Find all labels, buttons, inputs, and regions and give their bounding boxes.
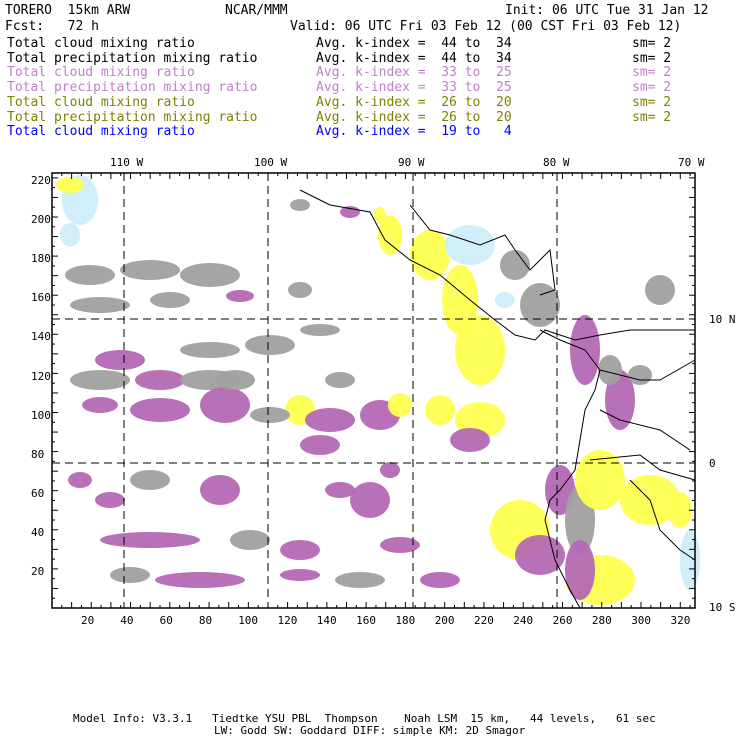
lightblue-area — [495, 292, 515, 308]
longitude-label: 80 W — [543, 156, 570, 169]
gray-area — [130, 470, 170, 490]
y-tick-label: 160 — [31, 291, 51, 305]
y-tick-label: 180 — [31, 252, 51, 266]
latitude-label: 0 — [709, 457, 716, 470]
gray-area — [628, 365, 652, 385]
latitude-label: 10 S — [709, 601, 736, 614]
purple-area — [325, 482, 355, 498]
purple-area — [200, 475, 240, 505]
x-tick-label: 160 — [356, 614, 376, 627]
purple-area — [280, 540, 320, 560]
gray-area — [288, 282, 312, 298]
longitude-label: 70 W — [678, 156, 705, 169]
purple-area — [82, 397, 118, 413]
purple-area — [305, 408, 355, 432]
gray-area — [520, 283, 560, 327]
gray-area — [230, 530, 270, 550]
forecast-plot: TORERO 15km ARW NCAR/MMM Init: 06 UTC Tu… — [0, 0, 740, 740]
yellow-area — [410, 230, 450, 280]
y-tick-label: 140 — [31, 330, 51, 344]
yellow-area — [56, 177, 84, 193]
gray-area — [70, 370, 130, 390]
x-tick-label: 260 — [552, 614, 573, 627]
x-tick-label: 140 — [316, 614, 337, 627]
gray-area — [245, 335, 295, 355]
purple-area — [420, 572, 460, 588]
x-tick-label: 240 — [513, 614, 534, 627]
yellow-area — [668, 492, 692, 528]
latitude-label: 10 N — [709, 313, 736, 326]
y-tick-label: 20 — [31, 565, 45, 578]
x-tick-label: 40 — [120, 614, 134, 627]
x-tick-label: 120 — [277, 614, 298, 627]
purple-area — [95, 492, 125, 508]
gray-area — [325, 372, 355, 388]
x-tick-label: 100 — [238, 614, 259, 627]
purple-area — [350, 482, 390, 518]
purple-area — [100, 532, 200, 548]
y-tick-label: 100 — [31, 408, 51, 422]
lightblue-area — [445, 225, 495, 265]
x-tick-label: 20 — [81, 614, 95, 627]
lightblue-area — [60, 223, 80, 247]
x-tick-label: 280 — [591, 614, 612, 627]
yellow-area — [374, 207, 386, 223]
yellow-area — [455, 315, 505, 385]
purple-area — [200, 387, 250, 423]
purple-area — [380, 537, 420, 553]
x-tick-label: 60 — [159, 614, 173, 627]
gray-area — [110, 567, 150, 583]
gray-area — [180, 263, 240, 287]
y-tick-label: 60 — [31, 486, 45, 500]
map-canvas — [51, 172, 700, 609]
yellow-area — [388, 393, 412, 417]
purple-area — [226, 290, 254, 302]
gray-area — [290, 199, 310, 211]
purple-area — [380, 462, 400, 478]
purple-area — [130, 398, 190, 422]
purple-area — [565, 540, 595, 600]
longitude-label: 110 W — [110, 156, 144, 169]
gray-area — [120, 260, 180, 280]
purple-area — [135, 370, 185, 390]
y-tick-label: 220 — [31, 174, 51, 187]
gray-area — [250, 407, 290, 423]
y-tick-label: 200 — [31, 213, 51, 227]
gray-area — [150, 292, 190, 308]
purple-area — [95, 350, 145, 370]
gray-area — [300, 324, 340, 336]
lightblue-area — [680, 530, 700, 590]
x-tick-label: 300 — [631, 614, 652, 627]
purple-area — [68, 472, 92, 488]
purple-area — [280, 569, 320, 581]
yellow-area — [425, 395, 455, 425]
x-tick-label: 200 — [434, 614, 455, 627]
gray-area — [70, 297, 130, 313]
purple-area — [450, 428, 490, 452]
purple-area — [300, 435, 340, 455]
gray-area — [180, 342, 240, 358]
purple-area — [340, 206, 360, 218]
longitude-label: 100 W — [254, 156, 288, 169]
x-tick-label: 220 — [474, 614, 494, 627]
model-info-line2: LW: Godd SW: Goddard DIFF: simple KM: 2D… — [214, 724, 526, 737]
y-tick-label: 40 — [31, 525, 45, 539]
gray-area — [500, 250, 530, 280]
x-tick-label: 180 — [395, 614, 416, 627]
y-tick-label: 80 — [31, 447, 45, 461]
gray-area — [645, 275, 675, 305]
x-tick-label: 320 — [670, 614, 691, 627]
x-tick-label: 80 — [198, 614, 213, 627]
gray-area — [215, 370, 255, 390]
longitude-label: 90 W — [398, 156, 425, 169]
gray-area — [65, 265, 115, 285]
purple-area — [155, 572, 245, 588]
gray-area — [335, 572, 385, 588]
y-tick-label: 120 — [31, 369, 51, 383]
